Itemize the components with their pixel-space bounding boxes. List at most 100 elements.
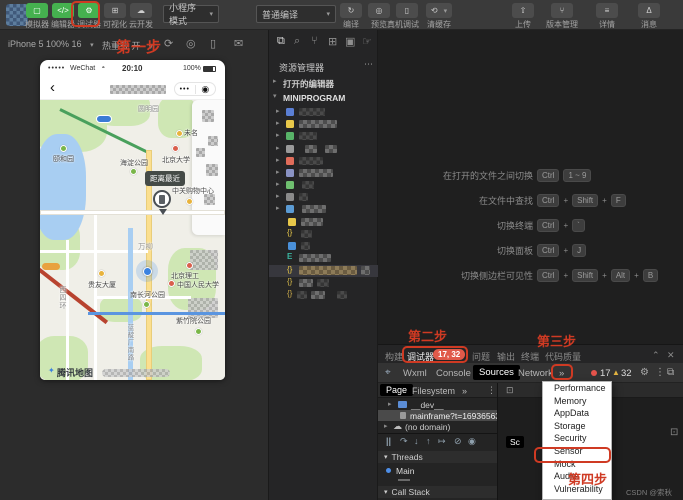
device-select[interactable]: iPhone 5 100% 16 ▾	[8, 39, 94, 49]
close-circle-icon[interactable]: ◉	[196, 84, 216, 95]
annotation-box-step1	[71, 1, 100, 27]
preview-panel-icon[interactable]: ▣	[345, 35, 355, 48]
tree-row[interactable]: {}	[269, 289, 379, 301]
tree-row[interactable]: ▸	[269, 118, 379, 130]
ellipsis-icon[interactable]: ⋯	[364, 59, 373, 70]
cloud-dev-button[interactable]: ☁	[130, 3, 152, 18]
package-icon[interactable]: ⊞	[328, 35, 337, 48]
panel-toggle-icon[interactable]: ⊡	[670, 427, 678, 438]
annotation-box-step4	[534, 447, 611, 463]
tree-row[interactable]: ▸	[269, 106, 379, 118]
menu-item-security[interactable]: Security	[543, 432, 611, 445]
refresh-icon[interactable]: ⟳	[164, 37, 173, 50]
files-icon[interactable]: ⧉	[277, 35, 285, 48]
map-poi-yellow	[98, 270, 105, 277]
compile-button[interactable]: ↻	[340, 3, 362, 18]
tree-row[interactable]: E	[269, 252, 379, 264]
cloud-icon: ☁	[137, 6, 145, 15]
back-icon[interactable]: ‹	[50, 79, 55, 96]
mode-select[interactable]: 小程序模式▾	[163, 5, 219, 23]
tree-row[interactable]: ▸	[269, 130, 379, 142]
preview-button[interactable]: ◎	[368, 3, 390, 18]
thread-main-row[interactable]: Main	[378, 465, 497, 476]
call-stack-section[interactable]: ▾Call Stack	[378, 486, 497, 498]
map-view[interactable]: 圆明园 颐和园 海淀公园 北京大学 未名 中关购物中心 中国人民大学 万柳 贵友…	[40, 100, 225, 380]
tab-code-quality[interactable]: 代码质量	[545, 350, 581, 363]
menu-item-memory[interactable]: Memory	[543, 395, 611, 408]
trash-icon: ⟲	[431, 6, 438, 15]
tree-row[interactable]	[269, 216, 379, 228]
search-icon[interactable]: ⌕	[294, 35, 300, 48]
tab-page[interactable]: Page	[380, 384, 413, 396]
chat-icon[interactable]: ✉	[234, 37, 243, 50]
upload-button[interactable]: ⇧	[512, 3, 534, 18]
menu-item-storage[interactable]: Storage	[543, 420, 611, 433]
tree-row-dev[interactable]: ▸ __dev__	[378, 399, 497, 410]
gear-icon[interactable]: ⚙	[640, 367, 649, 378]
tree-row[interactable]: ▸	[269, 143, 379, 155]
tree-row[interactable]: ▸	[269, 203, 379, 215]
clear-cache-button[interactable]: ⟲▾	[426, 3, 452, 18]
tab-output[interactable]: 输出	[497, 350, 515, 363]
inspect-icon[interactable]: ⌖	[385, 367, 391, 378]
map-road-horizontal	[40, 210, 225, 215]
tab-filesystem[interactable]: Filesystem	[412, 386, 455, 396]
tab-problems[interactable]: 问题	[472, 350, 490, 363]
more-icon[interactable]: •••	[175, 86, 195, 93]
tree-row[interactable]: ▸	[269, 167, 379, 179]
step-icon[interactable]: ↦	[438, 436, 446, 447]
kebab-icon[interactable]: ⋮	[487, 385, 496, 396]
tab-build[interactable]: 构建	[385, 350, 403, 363]
tree-row[interactable]	[269, 240, 379, 252]
tab-console[interactable]: Console	[436, 368, 471, 379]
tab-terminal[interactable]: 终端	[521, 350, 539, 363]
map-marker-pin[interactable]	[153, 190, 171, 208]
map-label: 紫竹院公园	[176, 316, 211, 326]
dock-icon[interactable]: ⧉	[667, 367, 674, 378]
record-icon[interactable]: ◉	[468, 436, 476, 447]
tree-row-no-domain[interactable]: ▸ ☁ (no domain)	[378, 421, 497, 432]
message-button[interactable]: Δ	[638, 3, 660, 18]
tree-row[interactable]: ▸	[269, 191, 379, 203]
wechat-devtools-window: { "annotations": { "step1": "第一步", "step…	[0, 0, 683, 500]
step-out-icon[interactable]: ↑	[426, 436, 431, 446]
show-tabs-icon[interactable]: ⊡	[506, 385, 514, 396]
step-into-icon[interactable]: ↓	[414, 436, 419, 446]
threads-section[interactable]: ▾Threads	[378, 451, 497, 463]
tree-row[interactable]: ▸	[269, 179, 379, 191]
version-button[interactable]: ⑂	[551, 3, 573, 18]
open-editors-section[interactable]: ▸ 打开的编辑器	[269, 76, 379, 89]
deactivate-breakpoints-icon[interactable]: ⊘	[454, 436, 462, 447]
tab-wxml[interactable]: Wxml	[403, 368, 427, 379]
kebab-icon[interactable]: ⋮	[655, 367, 665, 378]
device-frame-icon[interactable]: ▯	[210, 37, 216, 50]
battery-icon	[203, 66, 216, 72]
location-icon[interactable]: ◎	[186, 37, 196, 50]
tab-network[interactable]: Network	[518, 368, 553, 379]
menu-item-appdata[interactable]: AppData	[543, 407, 611, 420]
tree-row[interactable]: {}	[269, 228, 379, 240]
menu-item-performance[interactable]: Performance	[543, 382, 611, 395]
sources-panel: Page Filesystem » ⋮ ▸ __dev__ mainframe?…	[378, 383, 683, 500]
chevron-down-icon: ▾	[444, 7, 448, 15]
tree-row-selected[interactable]: {}	[269, 265, 379, 277]
project-section[interactable]: ▾ MINIPROGRAM	[269, 91, 379, 104]
tree-row[interactable]: {}	[269, 277, 379, 289]
tree-row[interactable]: ▸	[269, 155, 379, 167]
more-tabs-icon[interactable]: »	[462, 386, 467, 396]
tab-sources[interactable]: Sources	[473, 365, 520, 380]
map-copyright-blurred	[102, 369, 170, 377]
scope-tab-clipped[interactable]: Sc	[506, 436, 524, 448]
collapse-icon[interactable]: ⌃	[652, 350, 660, 361]
step-over-icon[interactable]: ↷	[400, 436, 408, 447]
tree-row-mainframe-selected[interactable]: mainframe?t=1693656376	[378, 410, 497, 421]
compile-mode-select[interactable]: 普通编译▾	[256, 5, 336, 23]
hand-icon[interactable]: ☞	[362, 35, 372, 48]
detail-button[interactable]: ≡	[596, 3, 618, 18]
pause-icon[interactable]: ||	[386, 436, 391, 446]
visualize-button[interactable]: ⊞	[104, 3, 126, 18]
device-debug-button[interactable]: ▯	[396, 3, 418, 18]
close-icon[interactable]: ✕	[667, 350, 675, 361]
git-branch-icon[interactable]: ⑂	[311, 35, 318, 47]
simulator-button[interactable]: ▢	[26, 3, 48, 18]
